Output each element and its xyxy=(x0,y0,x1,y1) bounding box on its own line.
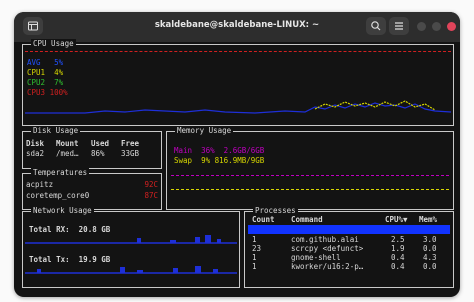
disk-header-used: Used xyxy=(91,139,110,148)
menu-button[interactable] xyxy=(389,17,409,35)
temp-value-acpitz: 92C xyxy=(144,180,158,189)
cpu-usage-title: CPU Usage xyxy=(31,39,76,49)
terminal-window: skaldebane@skaldebane-LINUX: ~ CPU Usage… xyxy=(14,12,460,297)
minimize-button[interactable] xyxy=(417,22,426,31)
new-tab-button[interactable] xyxy=(23,17,43,35)
memory-usage-title: Memory Usage xyxy=(175,126,234,136)
temperatures-title: Temperatures xyxy=(31,168,90,178)
temperatures-panel: Temperatures acpitz 92C coretemp_core0 8… xyxy=(22,168,162,210)
search-button[interactable] xyxy=(366,17,386,35)
maximize-button[interactable] xyxy=(432,22,441,31)
network-tx-graph xyxy=(25,266,237,274)
disk-header-free: Free xyxy=(121,139,140,148)
network-usage-panel: Network Usage Total RX: 20.8 GB Total Tx… xyxy=(22,206,240,288)
disk-row-mount: /med… xyxy=(56,149,79,158)
window-title: skaldebane@skaldebane-LINUX: ~ xyxy=(154,20,320,30)
disk-row-used: 86% xyxy=(91,149,105,158)
memory-swap-legend: Swap 9% 816.9MB/9GB xyxy=(174,156,265,165)
process-header-mem[interactable]: Mem% xyxy=(419,215,437,224)
temp-value-coretemp: 87C xyxy=(144,191,158,200)
title-bar: skaldebane@skaldebane-LINUX: ~ xyxy=(14,12,460,42)
memory-swap-graph-line xyxy=(171,189,449,190)
disk-row-disk: sda2 xyxy=(26,149,45,158)
disk-usage-panel: Disk Usage Disk Mount Used Free sda2 /me… xyxy=(22,126,162,169)
disk-row-free: 33GB xyxy=(121,149,140,158)
disk-header-disk: Disk xyxy=(26,139,45,148)
memory-main-graph-line xyxy=(171,175,449,176)
process-row-selected[interactable] xyxy=(248,225,450,234)
disk-header-mount: Mount xyxy=(56,139,79,148)
process-header-count[interactable]: Count xyxy=(252,215,275,224)
process-header-cpu[interactable]: CPU%▼ xyxy=(385,215,408,224)
search-icon xyxy=(371,21,381,31)
network-rx-graph xyxy=(25,235,237,244)
temp-name-acpitz: acpitz xyxy=(26,180,54,189)
memory-main-legend: Main 36% 2.6GB/6GB xyxy=(174,146,265,155)
cpu3-graph-line xyxy=(25,51,451,52)
close-button[interactable] xyxy=(447,22,456,31)
memory-usage-panel: Memory Usage Main 36% 2.6GB/6GB Swap 9% … xyxy=(166,126,454,210)
process-header-command[interactable]: Command xyxy=(291,215,323,224)
cpu-usage-panel: CPU Usage AVG 5% CPU1 4% CPU2 7% CPU3 10… xyxy=(22,39,454,126)
cpu1-legend: CPU1 4% xyxy=(27,68,64,77)
processes-panel: Processes Count Command CPU%▼ Mem% 1 com… xyxy=(244,206,454,288)
cpu-history-graph xyxy=(25,100,451,114)
network-usage-title: Network Usage xyxy=(31,206,94,216)
hamburger-menu-icon xyxy=(395,22,403,30)
terminal-icon xyxy=(28,21,38,31)
cpu-avg-legend: AVG 5% xyxy=(27,58,64,67)
temp-name-coretemp: coretemp_core0 xyxy=(26,191,90,200)
disk-usage-title: Disk Usage xyxy=(31,126,81,136)
